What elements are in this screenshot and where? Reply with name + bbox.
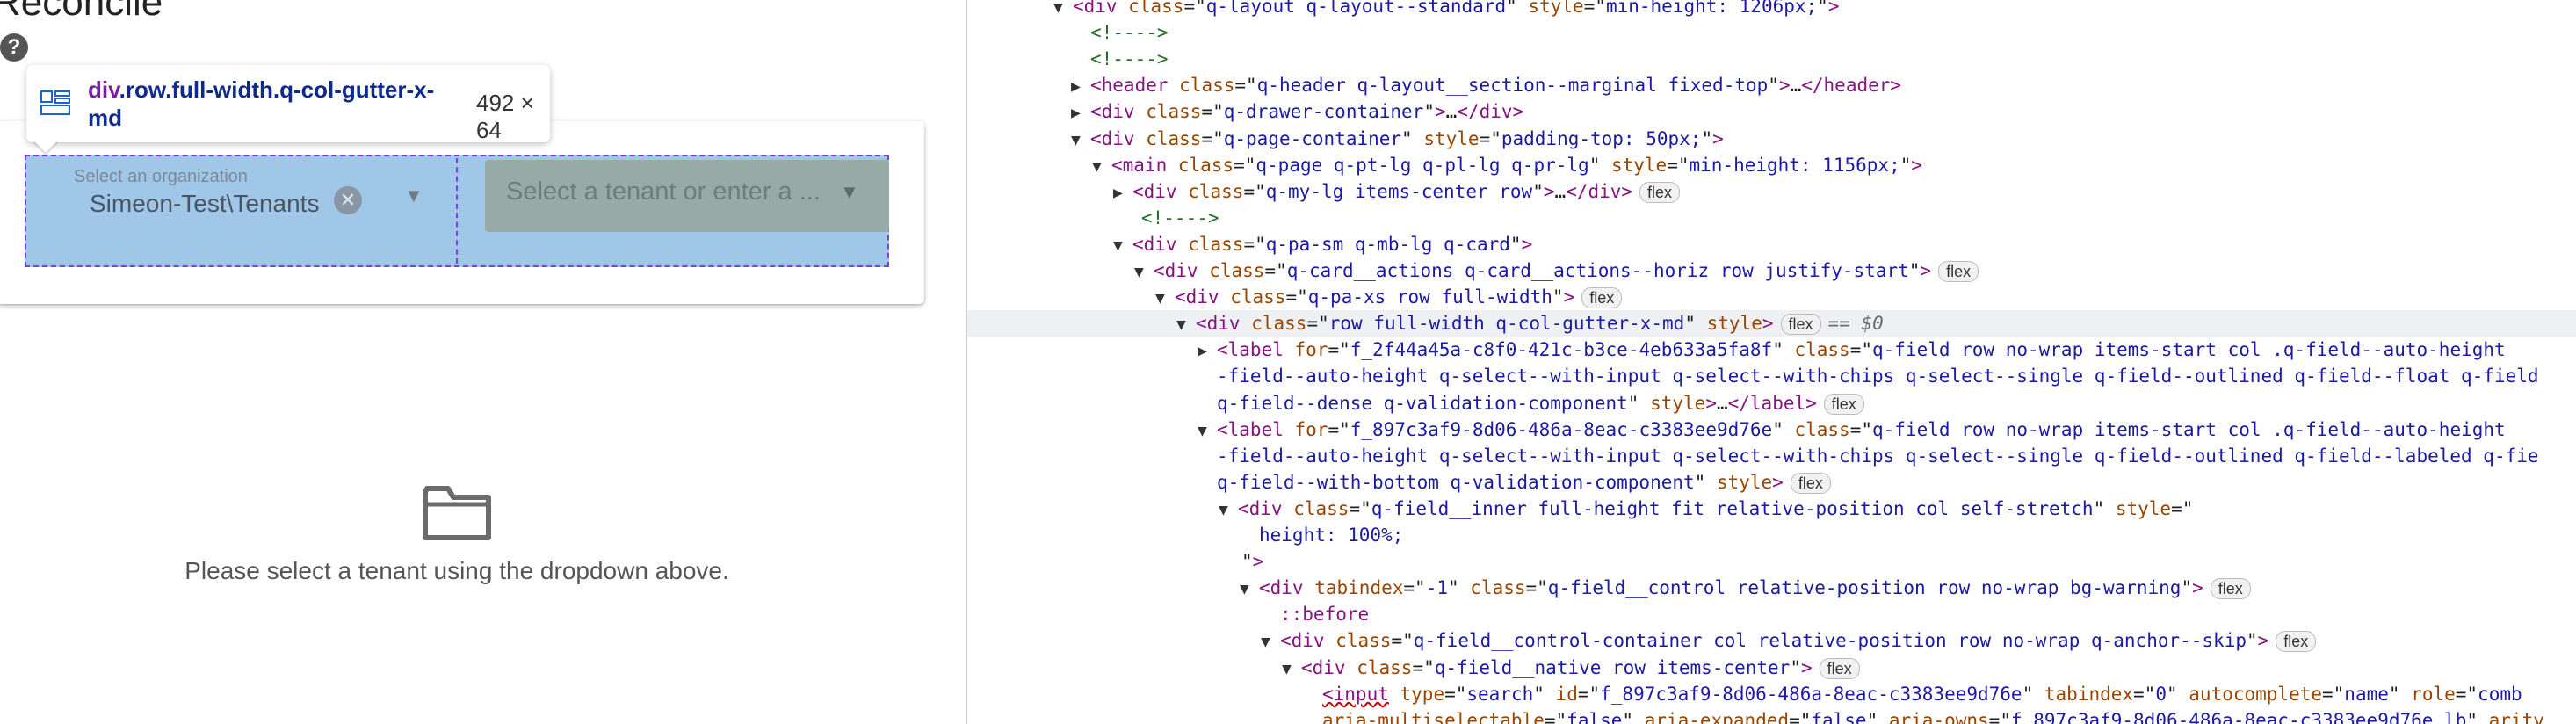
- tooltip-size: 492 × 64: [476, 90, 534, 143]
- dom-node-markup: <div class="q-card__actions q-card__acti…: [1154, 260, 1979, 282]
- tenant-select[interactable]: Select a tenant or enter a ... ▼: [485, 160, 889, 232]
- dom-node-markup: <label for="f_2f44a45a-c8f0-421c-b3ce-4e…: [1217, 339, 2506, 361]
- expand-triangle-icon[interactable]: ▼: [1134, 259, 1154, 286]
- dom-node-line[interactable]: aria-multiselectable="false" aria-expand…: [967, 707, 2544, 724]
- flex-layout-icon: [40, 90, 70, 115]
- tooltip-classes: .row.full-width.q-col-gutter-x-md: [88, 76, 435, 131]
- app-pane: Reconcile ? Select an organization Simeo…: [0, 0, 966, 724]
- dom-node-line[interactable]: ▼ <main class="q-page q-pt-lg q-pl-lg q-p…: [967, 152, 1922, 178]
- dom-node-line[interactable]: <!---->: [967, 19, 1169, 46]
- dom-node-line[interactable]: ▼ <div class="q-field__native row items-c…: [967, 655, 1860, 681]
- dom-node-markup: <main class="q-page q-pt-lg q-pl-lg q-pr…: [1111, 154, 1923, 176]
- dom-node-line[interactable]: ▼ <div class="q-field__inner full-height …: [967, 496, 2193, 522]
- organization-select-label: Select an organization: [74, 167, 248, 186]
- dom-node-markup: <div class="q-field__inner full-height f…: [1238, 497, 2194, 519]
- dom-node-line[interactable]: -field--auto-height q-select--with-input…: [967, 443, 2539, 469]
- dom-node-markup: <div class="q-field__native row items-ce…: [1301, 657, 1860, 679]
- dom-node-markup: <div class="q-pa-xs row full-width"> flex: [1175, 286, 1623, 309]
- expand-triangle-icon[interactable]: ▼: [1219, 497, 1238, 524]
- dom-node-markup: <div class="q-my-lg items-center row">…<…: [1132, 181, 1681, 203]
- collapse-triangle-icon[interactable]: ▶: [1198, 338, 1217, 365]
- dom-node-line[interactable]: ">: [967, 548, 1263, 575]
- dom-node-markup: <!---->: [1090, 22, 1169, 44]
- dom-node-markup: aria-multiselectable="false" aria-expand…: [1322, 709, 2544, 724]
- dom-node-line[interactable]: <!---->: [967, 205, 1219, 231]
- dom-node-markup: ::before: [1280, 604, 1370, 626]
- expand-triangle-icon[interactable]: ▼: [1176, 312, 1196, 338]
- expand-triangle-icon[interactable]: ▼: [1092, 154, 1111, 180]
- collapse-triangle-icon[interactable]: ▶: [1113, 180, 1132, 206]
- organization-chip: Simeon-Test\Tenants: [90, 190, 320, 217]
- dom-node-markup: height: 100%;: [1259, 525, 1404, 546]
- dom-node-line[interactable]: ▶ <label for="f_2f44a45a-c8f0-421c-b3ce-4…: [967, 337, 2506, 363]
- dom-node-line[interactable]: <input type="search" id="f_897c3af9-8d06…: [967, 681, 2522, 707]
- dom-node-line[interactable]: ▼ <label for="f_897c3af9-8d06-486a-8eac-c…: [967, 416, 2506, 443]
- devtools-elements-panel[interactable]: ▼ <div class="q-layout q-layout--standard…: [967, 0, 2576, 724]
- expand-triangle-icon[interactable]: ▼: [1155, 286, 1175, 312]
- dom-node-line[interactable]: q-field--dense q-validation-component" s…: [967, 390, 1864, 416]
- dom-node-markup: -field--auto-height q-select--with-input…: [1217, 445, 2539, 467]
- dom-node-markup: <div tabindex="-1" class="q-field__contr…: [1259, 577, 2251, 600]
- dom-node-markup: <input type="search" id="f_897c3af9-8d06…: [1322, 683, 2522, 705]
- expand-triangle-icon[interactable]: ▼: [1198, 418, 1217, 445]
- dom-node-line[interactable]: ▼ <div tabindex="-1" class="q-field__cont…: [967, 575, 2251, 601]
- expand-triangle-icon[interactable]: ▼: [1053, 0, 1073, 21]
- expand-triangle-icon[interactable]: ▼: [1282, 656, 1301, 683]
- page-title: Reconcile: [0, 0, 163, 24]
- dom-node-markup: <div class="q-layout q-layout--standard"…: [1073, 0, 1840, 17]
- tooltip-caret: [33, 141, 58, 153]
- dom-node-markup: q-field--with-bottom q-validation-compon…: [1217, 472, 1831, 494]
- help-icon[interactable]: ?: [0, 33, 28, 62]
- dom-node-markup: <!---->: [1090, 48, 1169, 70]
- dom-node-markup: <label for="f_897c3af9-8d06-486a-8eac-c3…: [1217, 418, 2506, 440]
- dom-node-line[interactable]: <!---->: [967, 46, 1169, 72]
- dom-node-markup: ">: [1241, 551, 1264, 573]
- dom-node-selected[interactable]: ▼ <div class="row full-width q-col-gutter…: [967, 310, 2576, 337]
- dom-node-markup: <div class="q-pa-sm q-mb-lg q-card">: [1132, 233, 1533, 255]
- tenant-select-placeholder: Select a tenant or enter a ...: [506, 177, 821, 206]
- expand-triangle-icon[interactable]: ▼: [1071, 127, 1090, 154]
- dom-node-line[interactable]: ▶ <div class="q-drawer-container">…</div>: [967, 98, 1523, 125]
- folder-icon: [423, 486, 491, 540]
- dom-node-line[interactable]: ▶ <div class="q-my-lg items-center row">……: [967, 178, 1681, 206]
- dom-node-line[interactable]: ▼ <div class="q-layout q-layout--standard…: [967, 0, 1839, 19]
- expand-triangle-icon[interactable]: ▼: [1240, 576, 1259, 603]
- dom-node-line[interactable]: ▼ <div class="q-card__actions q-card__act…: [967, 257, 1979, 284]
- dom-node-line[interactable]: -field--auto-height q-select--with-input…: [967, 363, 2539, 389]
- clear-icon[interactable]: ✕: [334, 186, 362, 214]
- dom-node-markup: <div class="row full-width q-col-gutter-…: [1196, 313, 1884, 336]
- collapse-triangle-icon[interactable]: ▶: [1071, 74, 1090, 100]
- expand-triangle-icon[interactable]: ▼: [1261, 629, 1280, 655]
- dropdown-arrow-icon[interactable]: ▼: [840, 181, 859, 204]
- dom-node-line[interactable]: ▶ <header class="q-header q-layout__secti…: [967, 72, 1901, 98]
- tooltip-selector: div.row.full-width.q-col-gutter-x-md: [88, 76, 466, 132]
- dom-node-markup: <div class="q-drawer-container">…</div>: [1090, 101, 1524, 123]
- dom-node-markup: <!---->: [1141, 206, 1219, 228]
- dom-node-markup: <div class="q-page-container" style="pad…: [1090, 127, 1724, 149]
- dom-node-line[interactable]: ▼ <div class="q-pa-sm q-mb-lg q-card">: [967, 231, 1532, 257]
- dom-node-markup: -field--auto-height q-select--with-input…: [1217, 366, 2539, 387]
- expand-triangle-icon[interactable]: ▼: [1113, 233, 1132, 259]
- tooltip-tag: div: [88, 76, 119, 103]
- empty-state-message: Please select a tenant using the dropdow…: [185, 557, 729, 584]
- inspect-tooltip: div.row.full-width.q-col-gutter-x-md 492…: [26, 65, 550, 143]
- dom-node-markup: <div class="q-field__control-container c…: [1280, 630, 2317, 653]
- dom-node-markup: q-field--dense q-validation-component" s…: [1217, 393, 1864, 415]
- organization-select[interactable]: Select an organization Simeon-Test\Tenan…: [53, 158, 457, 264]
- dom-node-line[interactable]: ▼ <div class="q-field__control-container …: [967, 627, 2317, 655]
- dom-node-line[interactable]: ▼ <div class="q-pa-xs row full-width"> fle…: [967, 284, 1623, 312]
- dom-node-line[interactable]: q-field--with-bottom q-validation-compon…: [967, 469, 1831, 496]
- dropdown-arrow-icon[interactable]: ▼: [404, 185, 423, 207]
- dom-node-line[interactable]: ::before: [967, 601, 1369, 627]
- dom-node-markup: <header class="q-header q-layout__sectio…: [1090, 75, 1902, 97]
- dom-node-line[interactable]: ▼ <div class="q-page-container" style="pa…: [967, 126, 1724, 152]
- collapse-triangle-icon[interactable]: ▶: [1071, 100, 1090, 127]
- dom-node-line[interactable]: height: 100%;: [967, 522, 1403, 548]
